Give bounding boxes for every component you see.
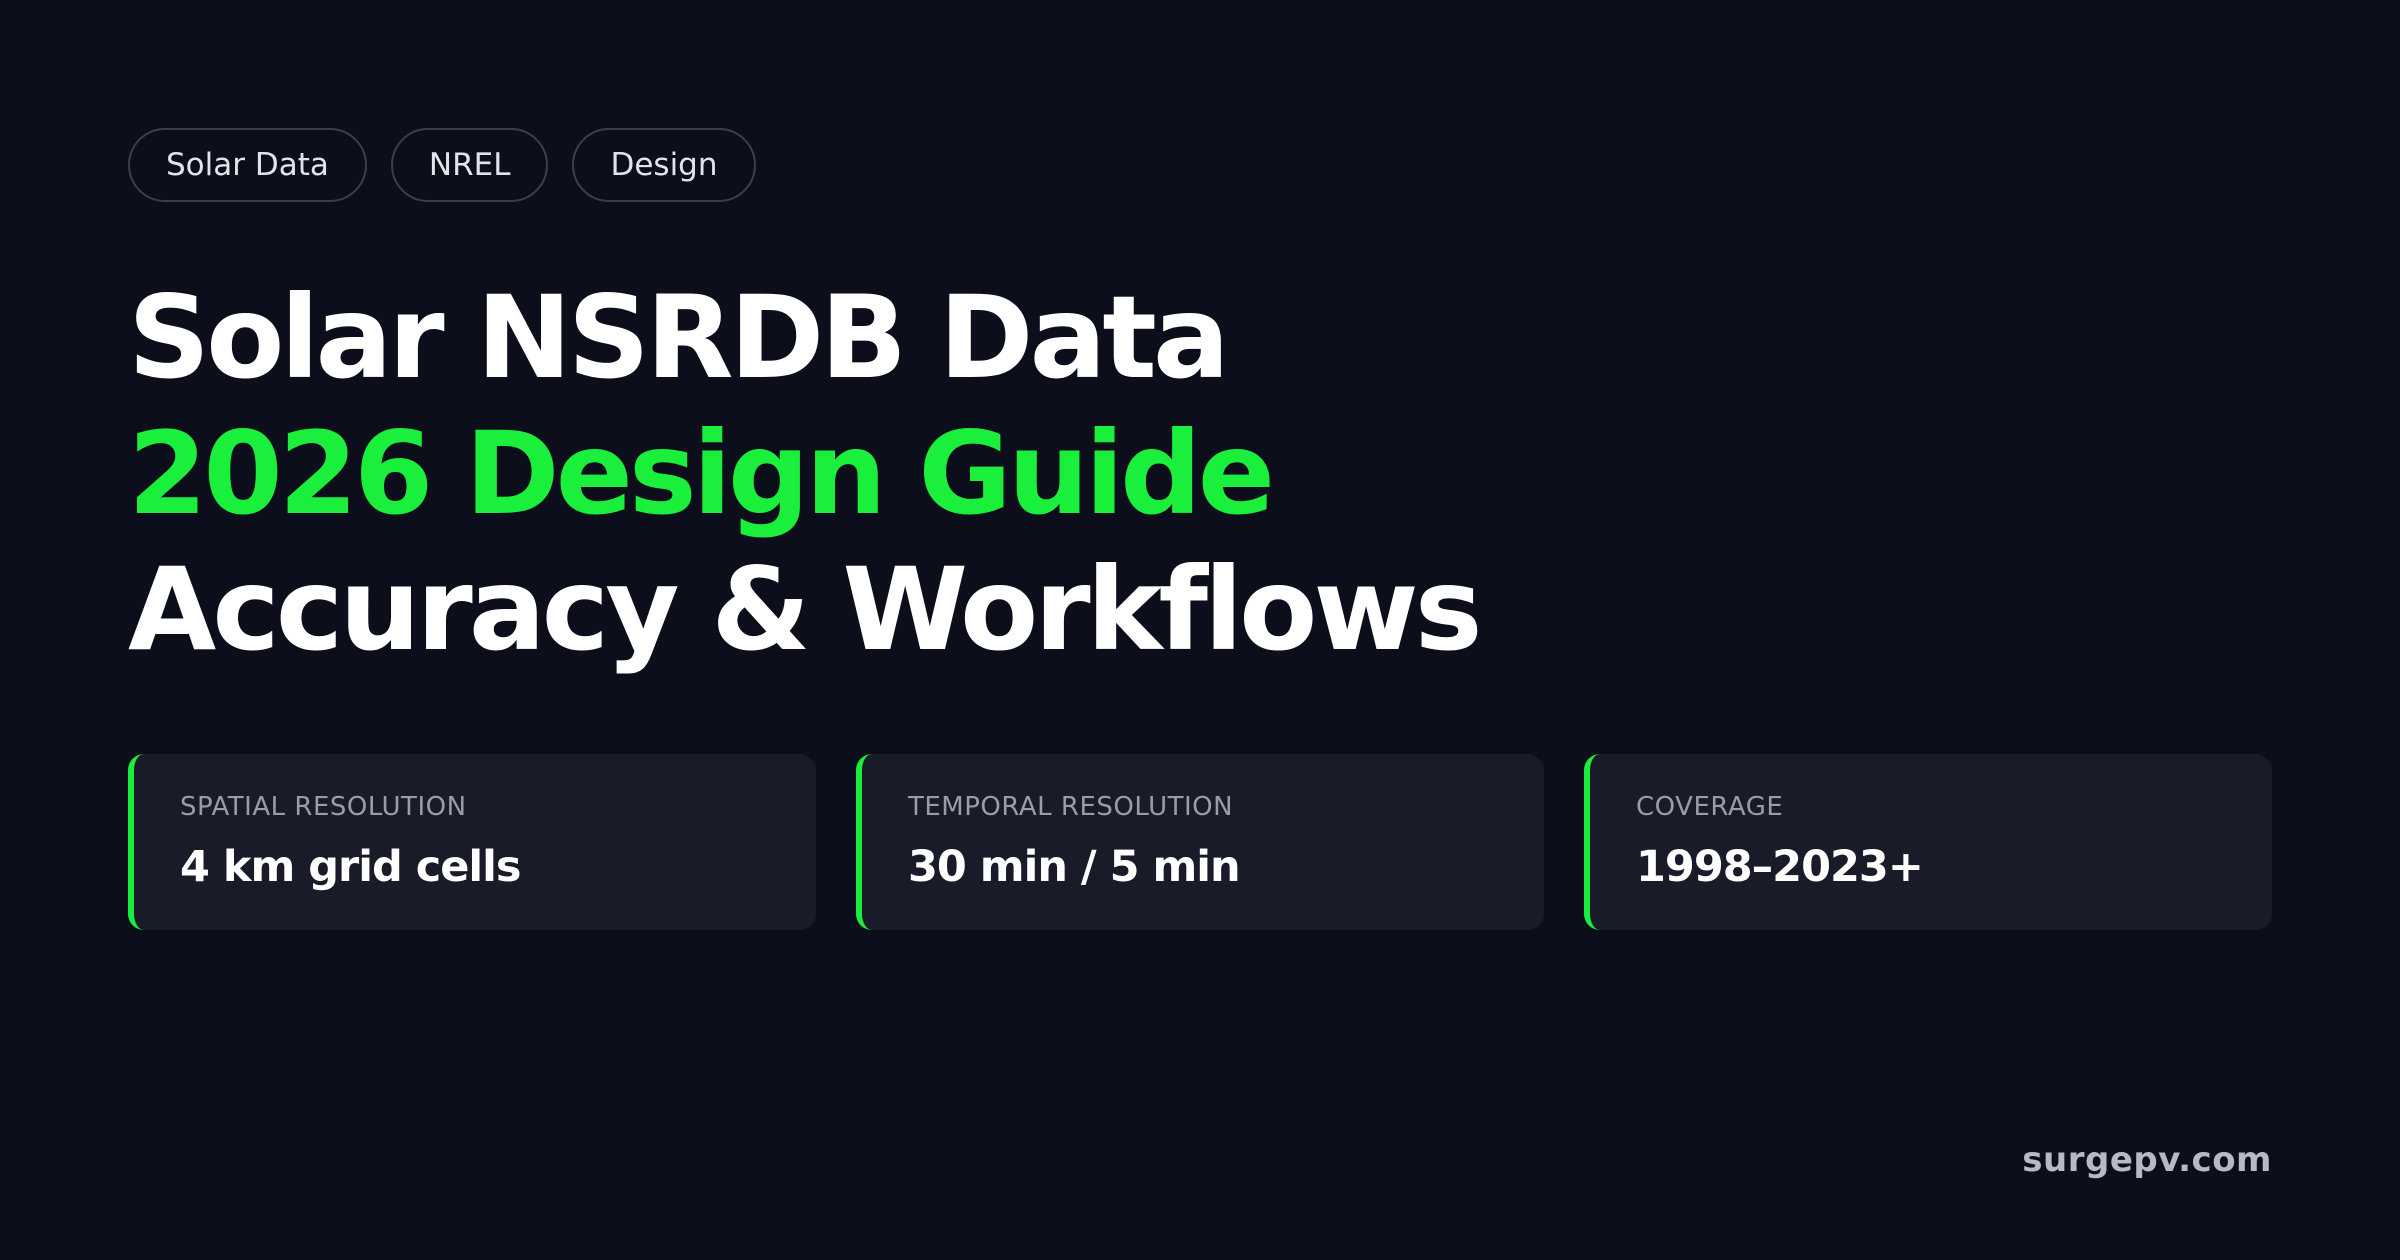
stat-value: 4 km grid cells bbox=[180, 842, 521, 892]
tag-design[interactable]: Design bbox=[572, 128, 756, 202]
stat-card-spatial-resolution: SPATIAL RESOLUTION 4 km grid cells bbox=[128, 754, 816, 930]
tag-nrel[interactable]: NREL bbox=[390, 128, 549, 202]
stat-cards: SPATIAL RESOLUTION 4 km grid cells TEMPO… bbox=[128, 754, 2272, 930]
tag-list: Solar Data NREL Design bbox=[128, 128, 756, 202]
footer-domain-link[interactable]: surgepv.com bbox=[2022, 1140, 2272, 1180]
stat-label: SPATIAL RESOLUTION bbox=[180, 792, 467, 822]
tag-solar-data[interactable]: Solar Data bbox=[128, 128, 367, 202]
title-line-1: Solar NSRDB Data bbox=[128, 271, 1230, 404]
stat-card-coverage: COVERAGE 1998–2023+ bbox=[1584, 754, 2272, 930]
stat-label: TEMPORAL RESOLUTION bbox=[908, 792, 1234, 822]
stat-card-temporal-resolution: TEMPORAL RESOLUTION 30 min / 5 min bbox=[856, 754, 1544, 930]
stat-value: 1998–2023+ bbox=[1636, 842, 1924, 892]
page-title: Solar NSRDB Data 2026 Design Guide Accur… bbox=[128, 270, 1483, 678]
stat-value: 30 min / 5 min bbox=[908, 842, 1241, 892]
stat-label: COVERAGE bbox=[1636, 792, 1784, 822]
title-line-3: Accuracy & Workflows bbox=[128, 543, 1483, 676]
title-line-2-highlight: 2026 Design Guide bbox=[128, 407, 1275, 540]
